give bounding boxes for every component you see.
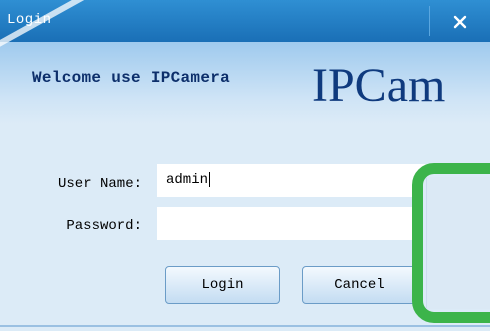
cancel-button-label: Cancel bbox=[334, 277, 385, 293]
username-label: User Name: bbox=[57, 176, 142, 192]
ipcam-logo: IPCam bbox=[312, 59, 446, 112]
username-field[interactable]: admin bbox=[157, 164, 430, 197]
overlay-inner-panel bbox=[426, 177, 490, 309]
password-field[interactable] bbox=[157, 207, 430, 240]
close-icon bbox=[453, 15, 467, 29]
login-dialog: Login Welcome use IPCamera IPCam User Na… bbox=[0, 0, 490, 331]
login-button-label: Login bbox=[201, 277, 244, 293]
welcome-text: Welcome use IPCamera bbox=[32, 69, 231, 87]
login-button[interactable]: Login bbox=[165, 266, 280, 304]
cancel-button[interactable]: Cancel bbox=[302, 266, 417, 304]
password-label: Password: bbox=[66, 218, 142, 234]
title-bar: Login bbox=[0, 0, 490, 42]
text-caret bbox=[209, 171, 211, 187]
username-value: admin bbox=[166, 172, 209, 188]
close-button[interactable] bbox=[430, 4, 490, 40]
bottom-border bbox=[0, 325, 490, 327]
